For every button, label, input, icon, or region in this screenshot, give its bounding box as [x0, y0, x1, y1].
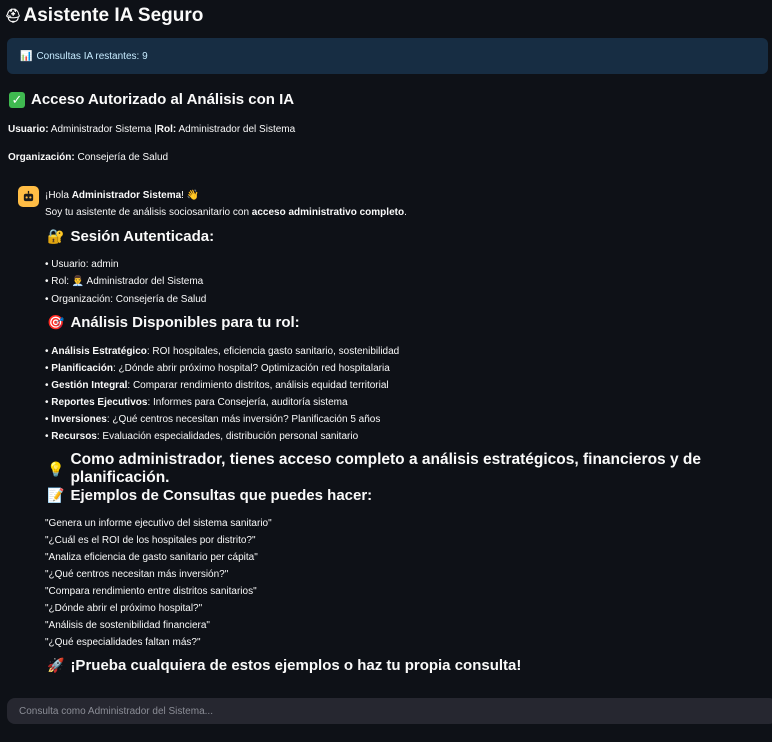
analysis-item-label: Inversiones [51, 414, 107, 425]
analysis-item: • Planificación: ¿Dónde abrir próximo ho… [45, 363, 390, 374]
app-title-text: Asistente IA Seguro [23, 5, 204, 26]
admin-note: 💡 Como administrador, tienes acceso comp… [47, 451, 772, 487]
example-query: "Análisis de sostenibilidad financiera" [45, 620, 210, 631]
session-heading-text: Sesión Autenticada: [70, 228, 215, 245]
intro-prefix: Soy tu asistente de análisis sociosanita… [45, 207, 250, 218]
analysis-item-text: : Evaluación especialidades, distribució… [96, 431, 359, 442]
robot-icon [23, 190, 34, 202]
session-item: • Usuario: admin [45, 259, 119, 270]
analysis-item-text: : ¿Dónde abrir próximo hospital? Optimiz… [112, 363, 390, 374]
example-query: "Genera un informe ejecutivo del sistema… [45, 518, 272, 529]
lightbulb-icon: 💡 [47, 460, 65, 477]
examples-heading: 📝 Ejemplos de Consultas que puedes hacer… [47, 487, 372, 504]
app-title: ⛑ Asistente IA Seguro [5, 5, 203, 27]
memo-icon: 📝 [47, 487, 65, 503]
cta: 🚀 ¡Prueba cualquiera de estos ejemplos o… [47, 657, 521, 674]
org-value: Consejería de Salud [77, 152, 169, 163]
examples-heading-text: Ejemplos de Consultas que puedes hacer: [70, 487, 373, 504]
organization-line: Organización: Consejería de Salud [8, 152, 168, 163]
rol-value: Administrador del Sistema [178, 124, 296, 135]
check-icon: ✓ [9, 91, 25, 108]
analysis-item: • Gestión Integral: Comparar rendimiento… [45, 380, 389, 391]
analysis-item-text: : ROI hospitales, eficiencia gasto sanit… [146, 346, 400, 357]
greeting-name: Administrador Sistema [71, 190, 182, 201]
user-role-line: Usuario: Administrador Sistema |Rol: Adm… [8, 124, 295, 135]
example-query: "¿Dónde abrir el próximo hospital?" [45, 603, 203, 614]
chat-input-placeholder: Consulta como Administrador del Sistema.… [19, 705, 213, 717]
access-heading-text: Acceso Autorizado al Análisis con IA [31, 91, 295, 108]
analysis-item-label: Análisis Estratégico [51, 346, 147, 357]
page: ⛑ Asistente IA Seguro 📊 Consultas IA res… [0, 0, 772, 742]
analysis-item-text: : Comparar rendimiento distritos, anális… [127, 380, 389, 391]
access-heading: ✓ Acceso Autorizado al Análisis con IA [9, 91, 294, 108]
chat-input[interactable]: Consulta como Administrador del Sistema.… [7, 698, 772, 724]
info-alert: 📊 Consultas IA restantes: 9 [7, 38, 768, 74]
intro-bold: acceso administrativo completo [251, 207, 405, 218]
example-query: "Compara rendimiento entre distritos san… [45, 586, 257, 597]
example-query: "Analiza eficiencia de gasto sanitario p… [45, 552, 258, 563]
analysis-item: • Recursos: Evaluación especialidades, d… [45, 431, 359, 442]
intro-line: Soy tu asistente de análisis sociosanita… [45, 207, 407, 218]
analysis-heading-text: Análisis Disponibles para tu rol: [70, 314, 300, 331]
admin-note-text: Como administrador, tienes acceso comple… [70, 451, 701, 486]
shield-lock-icon: ⛑ [5, 8, 22, 23]
assistant-avatar [18, 186, 39, 207]
usuario-value: Administrador Sistema [50, 124, 152, 135]
session-item: • Organización: Consejería de Salud [45, 294, 207, 305]
example-query: "¿Qué especialidades faltan más?" [45, 637, 201, 648]
analysis-item: • Análisis Estratégico: ROI hospitales, … [45, 346, 400, 357]
analysis-item: • Inversiones: ¿Qué centros necesitan má… [45, 414, 381, 425]
example-query: "¿Cuál es el ROI de los hospitales por d… [45, 535, 256, 546]
analysis-item-label: Gestión Integral [51, 380, 128, 391]
analysis-item-text: : ¿Qué centros necesitan más inversión? … [106, 414, 381, 425]
example-query: "¿Qué centros necesitan más inversión?" [45, 569, 229, 580]
analysis-item-label: Recursos [51, 431, 97, 442]
analysis-item: • Reportes Ejecutivos: Informes para Con… [45, 397, 348, 408]
session-item: • Rol: 👨‍💼 Administrador del Sistema [45, 276, 204, 287]
rol-label: Rol: [156, 124, 177, 135]
greeting-line: ¡Hola Administrador Sistema! 👋 [45, 190, 199, 201]
lock-key-icon: 🔐 [47, 228, 65, 244]
intro-suffix: . [404, 207, 407, 218]
remaining-queries-text: Consultas IA restantes: 9 [36, 50, 148, 62]
greeting-suffix: ! 👋 [181, 190, 200, 201]
cta-text: ¡Prueba cualquiera de estos ejemplos o h… [70, 657, 522, 674]
analysis-item-label: Reportes Ejecutivos [51, 397, 148, 408]
greeting-prefix: ¡Hola [45, 190, 69, 201]
target-icon: 🎯 [47, 314, 65, 330]
analysis-item-text: : Informes para Consejería, auditoría si… [147, 397, 348, 408]
analysis-item-label: Planificación [51, 363, 113, 374]
usuario-label: Usuario: [8, 124, 49, 135]
session-heading: 🔐 Sesión Autenticada: [47, 228, 214, 245]
org-label: Organización: [8, 152, 75, 163]
bar-chart-icon: 📊 [20, 50, 33, 62]
analysis-heading: 🎯 Análisis Disponibles para tu rol: [47, 314, 300, 331]
rocket-icon: 🚀 [47, 657, 65, 673]
